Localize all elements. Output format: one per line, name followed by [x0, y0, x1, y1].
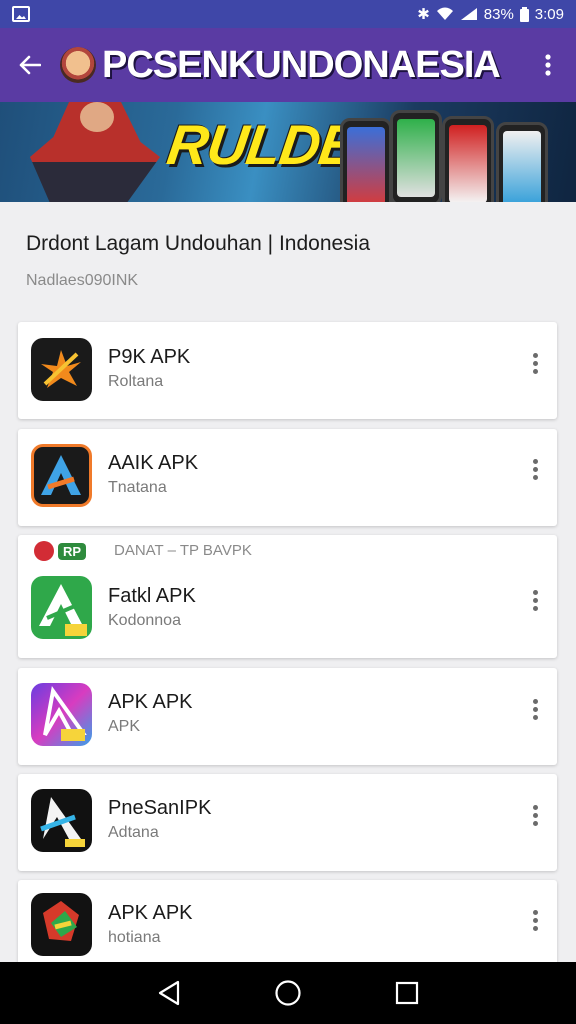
app-card[interactable]: RP DANAT – TP BAVPK Fatkl APK Kodonnoa	[18, 535, 557, 658]
more-vertical-icon[interactable]	[523, 694, 547, 724]
clock: 3:09	[534, 5, 564, 23]
app-name: PneSanIPK	[108, 797, 212, 819]
app-bar: PCSENKUNDONAESIA	[0, 28, 576, 102]
app-subtitle: Roltana	[108, 373, 164, 390]
app-icon	[31, 444, 92, 507]
battery-icon	[519, 6, 529, 22]
nav-recents-button[interactable]	[392, 978, 422, 1008]
section-subtitle: Nadlaes090INK	[26, 272, 139, 289]
battery-percent: 83%	[483, 5, 514, 23]
section-header: Drdont Lagam Undouhan | Indonesia Nadlae…	[0, 202, 576, 322]
banner-phones-image	[340, 110, 576, 202]
nav-home-button[interactable]	[273, 978, 303, 1008]
back-triangle-icon	[159, 980, 180, 1006]
wifi-icon	[436, 7, 453, 20]
signal-icon	[460, 8, 477, 20]
more-vertical-icon[interactable]	[523, 454, 547, 484]
recents-square-icon	[395, 981, 418, 1005]
bluetooth-icon: ✱	[417, 6, 430, 23]
app-card[interactable]: P9K APK Roltana	[18, 322, 557, 419]
home-circle-icon	[275, 980, 301, 1006]
section-title: Drdont Lagam Undouhan | Indonesia	[26, 232, 371, 255]
app-subtitle: APK	[108, 718, 141, 735]
banner-person-head	[80, 102, 114, 132]
app-icon	[31, 789, 92, 852]
back-button[interactable]	[0, 28, 60, 102]
app-card[interactable]: APK APK APK	[18, 668, 557, 765]
navigation-bar	[0, 962, 576, 1024]
more-vertical-icon	[545, 54, 551, 76]
overflow-menu-button[interactable]	[520, 28, 576, 102]
more-vertical-icon[interactable]	[523, 800, 547, 830]
more-vertical-icon[interactable]	[523, 905, 547, 935]
app-name: APK APK	[108, 902, 193, 924]
app-subtitle: Tnatana	[108, 479, 167, 496]
app-subtitle: Kodonnoa	[108, 612, 181, 629]
app-badge: RP	[34, 541, 87, 561]
app-subtitle: hotiana	[108, 929, 161, 946]
more-vertical-icon[interactable]	[523, 585, 547, 615]
app-name: APK APK	[108, 691, 193, 713]
app-icon	[31, 338, 92, 401]
app-title: PCSENKUNDONAESIA	[102, 43, 501, 86]
status-left	[12, 6, 30, 22]
app-name: Fatkl APK	[108, 585, 196, 607]
app-name: AAIK APK	[108, 452, 199, 474]
nav-back-button[interactable]	[154, 978, 184, 1008]
app-name: P9K APK	[108, 346, 191, 368]
status-right: ✱ 83% 3:09	[417, 5, 564, 24]
badge-text: DANAT – TP BAVPK	[114, 542, 252, 559]
badge-circle-icon	[34, 541, 54, 561]
app-icon	[31, 893, 92, 956]
status-bar: ✱ 83% 3:09	[0, 0, 576, 28]
app-icon	[31, 683, 92, 746]
more-vertical-icon[interactable]	[523, 348, 547, 378]
promo-banner[interactable]: RULDEAA!	[0, 102, 576, 202]
photo-notification-icon	[12, 6, 30, 22]
badge-pill: RP	[58, 542, 87, 560]
app-card[interactable]: APK APK hotiana	[18, 880, 557, 970]
app-card[interactable]: AAIK APK Tnatana	[18, 429, 557, 526]
arrow-left-icon	[19, 55, 41, 75]
app-icon	[31, 576, 92, 639]
app-logo	[60, 47, 96, 83]
app-card[interactable]: PneSanIPK Adtana	[18, 774, 557, 871]
app-subtitle: Adtana	[108, 824, 159, 841]
